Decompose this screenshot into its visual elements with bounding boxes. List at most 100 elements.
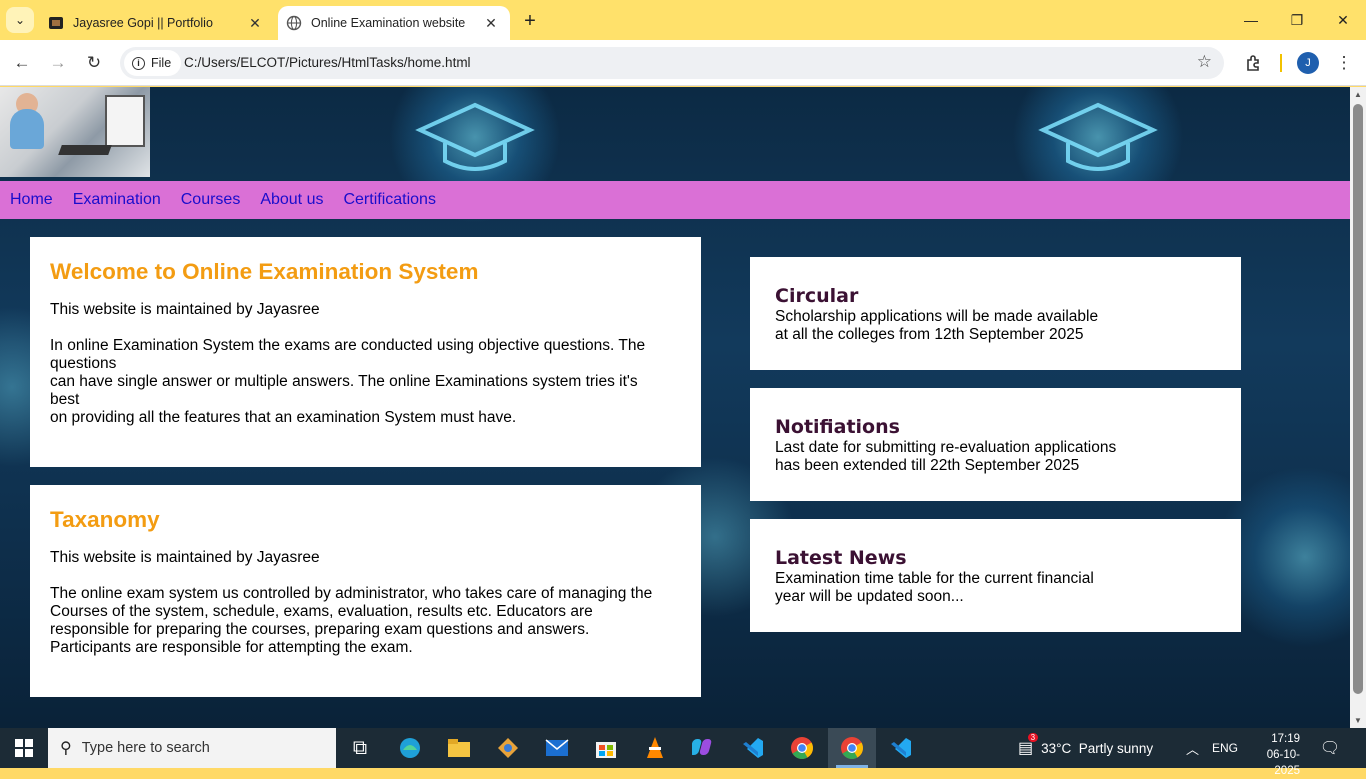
mail-icon[interactable] bbox=[533, 728, 581, 768]
text-line: Last date for submitting re-evaluation a… bbox=[775, 439, 1117, 456]
text-line: on providing all the features that an ex… bbox=[50, 409, 517, 426]
text-line: at all the colleges from 12th September … bbox=[775, 326, 1084, 343]
nav-about-us[interactable]: About us bbox=[260, 191, 323, 209]
taxonomy-paragraph: The online exam system us controlled by … bbox=[50, 585, 681, 657]
clock-time: 17:19 bbox=[1271, 733, 1300, 745]
search-icon: ⚲ bbox=[60, 740, 72, 757]
page-viewport: Home Examination Courses About us Certif… bbox=[0, 87, 1350, 728]
info-icon: i bbox=[132, 56, 145, 70]
notifications-title: Notifiations bbox=[775, 416, 900, 438]
latest-news-title: Latest News bbox=[775, 547, 907, 569]
search-placeholder: Type here to search bbox=[81, 740, 210, 756]
forward-button[interactable]: → bbox=[44, 49, 72, 77]
text-line: best bbox=[50, 391, 80, 408]
vscode-running-icon[interactable] bbox=[877, 728, 925, 768]
tab-title: Jayasree Gopi || Portfolio bbox=[73, 16, 213, 30]
site-info-chip[interactable]: i File bbox=[124, 50, 182, 76]
vlc-icon[interactable] bbox=[631, 728, 679, 768]
close-window-button[interactable]: ✕ bbox=[1320, 6, 1366, 34]
welcome-title: Welcome to Online Examination System bbox=[50, 259, 479, 284]
file-explorer-icon[interactable] bbox=[435, 728, 483, 768]
latest-news-text: Examination time table for the current f… bbox=[775, 570, 1216, 606]
more-menu-icon[interactable]: ⋮ bbox=[1334, 51, 1354, 75]
nav-home[interactable]: Home bbox=[10, 191, 53, 209]
welcome-paragraph: In online Examination System the exams a… bbox=[50, 337, 681, 427]
tab-title: Online Examination website bbox=[311, 16, 466, 30]
clock-date: 06-10-2025 bbox=[1266, 749, 1300, 777]
text-line: year will be updated soon... bbox=[775, 588, 964, 605]
nav-examination[interactable]: Examination bbox=[73, 191, 161, 209]
page-scrollbar[interactable]: ▲ ▼ bbox=[1350, 87, 1366, 728]
edge-icon[interactable] bbox=[386, 728, 434, 768]
store-icon[interactable] bbox=[582, 728, 630, 768]
scheme-label: File bbox=[151, 56, 172, 70]
text-line: Examination time table for the current f… bbox=[775, 570, 1094, 587]
graduation-cap-icon bbox=[1038, 102, 1158, 171]
news-widget-icon: ▤ 3 bbox=[1018, 733, 1039, 758]
restore-button[interactable]: ❐ bbox=[1274, 6, 1320, 34]
m365-icon[interactable] bbox=[680, 728, 728, 768]
reload-button[interactable]: ↻ bbox=[80, 49, 108, 77]
text-line: has been extended till 22th September 20… bbox=[775, 457, 1080, 474]
notifications-card: Notifiations Last date for submitting re… bbox=[750, 388, 1241, 501]
scroll-down-icon[interactable]: ▼ bbox=[1354, 716, 1362, 725]
taxonomy-card: Taxanomy This website is maintained by J… bbox=[30, 485, 701, 697]
header-photo bbox=[0, 87, 150, 177]
text-line: The online exam system us controlled by … bbox=[50, 585, 653, 602]
weather-text: 33°C Partly sunny bbox=[1041, 740, 1154, 756]
circular-card: Circular Scholarship applications will b… bbox=[750, 257, 1241, 370]
clock[interactable]: 17:19 06-10-2025 bbox=[1250, 731, 1300, 779]
tab-strip: ⌄ Jayasree Gopi || Portfolio ✕ Online Ex… bbox=[0, 0, 1366, 40]
extensions-icon[interactable] bbox=[1242, 52, 1264, 74]
taxonomy-title: Taxanomy bbox=[50, 507, 160, 532]
reload-icon: ↻ bbox=[86, 53, 102, 72]
circular-text: Scholarship applications will be made av… bbox=[775, 308, 1216, 344]
chrome-profile-icon[interactable] bbox=[828, 728, 876, 768]
profile-avatar[interactable]: J bbox=[1297, 52, 1319, 74]
taskbar: ⚲ Type here to search ⧉ ▤ 3 33°C Partly s… bbox=[0, 728, 1366, 777]
new-tab-button[interactable]: + bbox=[518, 9, 542, 33]
show-hidden-icons-icon[interactable]: ︿ bbox=[1186, 728, 1199, 768]
nav-certifications[interactable]: Certifications bbox=[343, 191, 435, 209]
portfolio-favicon-icon bbox=[48, 15, 64, 31]
text-line: Participants are responsible for attempt… bbox=[50, 639, 413, 656]
arrow-right-icon: → bbox=[49, 53, 67, 72]
back-button[interactable]: ← bbox=[8, 49, 36, 77]
start-button[interactable] bbox=[0, 728, 48, 768]
taskbar-search[interactable]: ⚲ Type here to search bbox=[48, 728, 336, 768]
app-icon[interactable] bbox=[484, 728, 532, 768]
browser-toolbar: ← → ↻ i File C:/Users/ELCOT/Pictures/Htm… bbox=[0, 40, 1366, 86]
close-tab-icon[interactable]: ✕ bbox=[482, 14, 500, 32]
globe-icon bbox=[286, 15, 302, 31]
taxonomy-line: This website is maintained by Jayasree bbox=[50, 549, 320, 566]
notification-icon[interactable]: 🗨 bbox=[1318, 736, 1342, 760]
task-view-icon[interactable]: ⧉ bbox=[336, 728, 384, 768]
tab-search-button[interactable]: ⌄ bbox=[6, 7, 34, 33]
toolbar-divider bbox=[1280, 54, 1282, 72]
close-tab-icon[interactable]: ✕ bbox=[246, 14, 264, 32]
nav-courses[interactable]: Courses bbox=[181, 191, 241, 209]
text-line: In online Examination System the exams a… bbox=[50, 337, 646, 354]
plus-icon: + bbox=[524, 9, 536, 32]
url-text[interactable]: C:/Users/ELCOT/Pictures/HtmlTasks/home.h… bbox=[184, 55, 471, 70]
notifications-text: Last date for submitting re-evaluation a… bbox=[775, 439, 1216, 475]
chrome-icon[interactable] bbox=[778, 728, 826, 768]
text-line: responsible for preparing the courses, p… bbox=[50, 621, 590, 638]
address-bar[interactable]: i File C:/Users/ELCOT/Pictures/HtmlTasks… bbox=[120, 47, 1224, 79]
text-line: Scholarship applications will be made av… bbox=[775, 308, 1099, 325]
minimize-icon: — bbox=[1244, 12, 1258, 28]
weather-widget[interactable]: ▤ 3 33°C Partly sunny bbox=[1018, 728, 1153, 768]
welcome-line: This website is maintained by Jayasree bbox=[50, 301, 320, 318]
scrollbar-thumb[interactable] bbox=[1353, 104, 1363, 694]
minimize-button[interactable]: — bbox=[1228, 6, 1274, 34]
graduation-cap-icon bbox=[415, 102, 535, 171]
scroll-up-icon[interactable]: ▲ bbox=[1354, 90, 1362, 99]
latest-news-card: Latest News Examination time table for t… bbox=[750, 519, 1241, 632]
arrow-left-icon: ← bbox=[13, 53, 31, 72]
bookmark-star-icon[interactable]: ☆ bbox=[1197, 52, 1212, 72]
tab-portfolio[interactable]: Jayasree Gopi || Portfolio ✕ bbox=[40, 6, 274, 40]
vscode-icon[interactable] bbox=[729, 728, 777, 768]
language-indicator[interactable]: ENG bbox=[1212, 728, 1238, 768]
tab-online-exam[interactable]: Online Examination website ✕ bbox=[278, 6, 510, 40]
welcome-card: Welcome to Online Examination System Thi… bbox=[30, 237, 701, 467]
